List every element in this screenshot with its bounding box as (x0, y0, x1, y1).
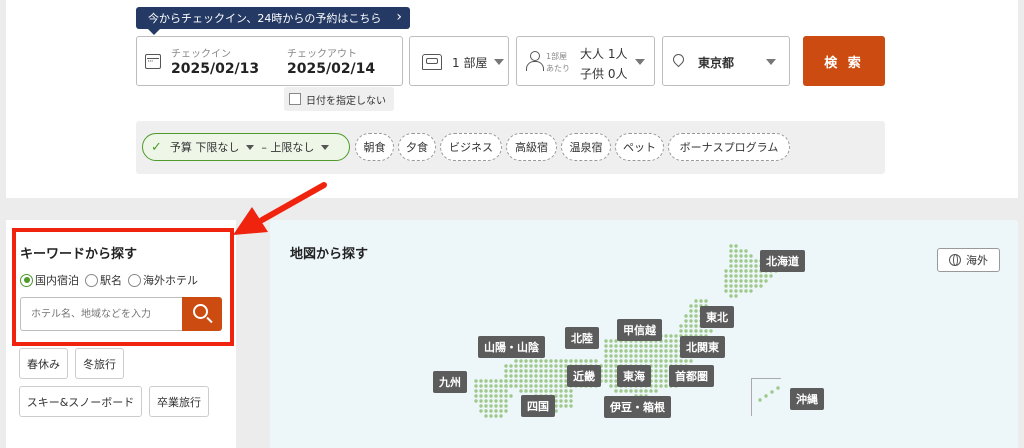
pointer-arrow (233, 182, 327, 235)
arrow-shaft (259, 182, 327, 223)
